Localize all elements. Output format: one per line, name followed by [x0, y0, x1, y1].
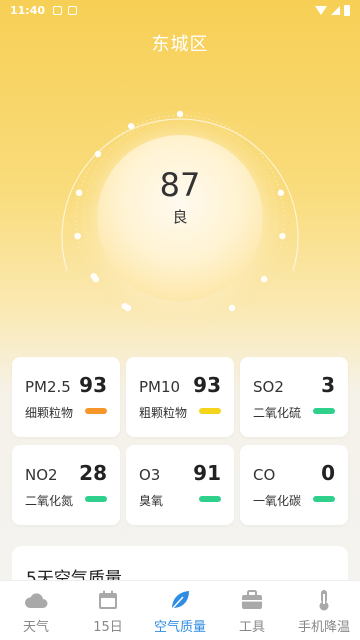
pollutant-card-pm10[interactable]: PM10 93 粗颗粒物 — [126, 357, 234, 437]
pollutant-code: O3 — [139, 466, 161, 484]
pollutant-level-bar — [85, 496, 107, 502]
pollutant-value: 28 — [79, 461, 107, 485]
aqi-gauge: 87 良 — [40, 78, 320, 358]
nav-item-phone-cooling[interactable]: 手机降温 — [288, 581, 360, 640]
pollutant-value: 3 — [321, 373, 335, 397]
pollutant-card-o3[interactable]: O3 91 臭氧 — [126, 445, 234, 525]
pollutant-card-no2[interactable]: NO2 28 二氧化氮 — [12, 445, 120, 525]
pollutant-name: 细颗粒物 — [25, 406, 74, 420]
nav-label: 工具 — [238, 620, 265, 635]
pollutant-value: 93 — [79, 373, 107, 397]
nav-item-air-quality[interactable]: 空气质量 — [144, 581, 216, 640]
thermometer-icon — [311, 589, 337, 611]
pollutant-level-bar — [313, 408, 335, 414]
pollutant-value: 0 — [321, 461, 335, 485]
pollutant-code: NO2 — [25, 466, 58, 484]
pollutant-level-bar — [199, 496, 221, 502]
nav-item-tools[interactable]: 工具 — [216, 581, 288, 640]
pollutant-level-bar — [199, 408, 221, 414]
gauge-dot — [176, 110, 184, 118]
pollutant-name: 一氧化碳 — [253, 494, 302, 508]
pollutant-level-bar — [85, 408, 107, 414]
pollutant-value: 93 — [193, 373, 221, 397]
nav-label: 空气质量 — [153, 620, 206, 635]
notification-icon — [53, 5, 63, 15]
gauge-dot — [94, 150, 102, 158]
status-time: 11:40 — [10, 3, 46, 17]
pollutant-code: CO — [253, 466, 276, 484]
wifi-icon — [315, 5, 327, 15]
nav-item-15day[interactable]: 15日 — [72, 581, 144, 640]
nav-label: 天气 — [22, 620, 49, 635]
nav-label: 手机降温 — [297, 620, 350, 635]
battery-icon — [344, 4, 350, 16]
gauge-dot — [124, 304, 132, 312]
pollutant-card-pm25[interactable]: PM2.5 93 细颗粒物 — [12, 357, 120, 437]
pollutant-card-so2[interactable]: SO2 3 二氧化硫 — [240, 357, 348, 437]
pollutant-code: SO2 — [253, 378, 284, 396]
pollutant-code: PM10 — [139, 378, 181, 396]
pollutant-code: PM2.5 — [25, 378, 71, 396]
pollutant-value: 91 — [193, 461, 221, 485]
pollutant-name: 二氧化氮 — [25, 494, 74, 508]
cloud-icon — [23, 589, 49, 611]
pollutant-level-bar — [313, 496, 335, 502]
gauge-dot — [127, 122, 135, 130]
calendar-icon — [95, 589, 121, 611]
pollutant-card-co[interactable]: CO 0 一氧化碳 — [240, 445, 348, 525]
nav-label: 15日 — [93, 620, 123, 635]
nav-item-weather[interactable]: 天气 — [0, 581, 72, 640]
gauge-dot — [74, 232, 81, 240]
notification-icon — [68, 5, 78, 15]
aqi-level: 良 — [172, 208, 188, 226]
city-title[interactable]: 东城区 — [0, 30, 360, 56]
gauge-dot — [279, 232, 286, 240]
gauge-dot — [260, 275, 268, 283]
pollutant-grid: PM2.5 93 细颗粒物 PM10 93 粗颗粒物 SO2 3 二氧化硫 NO… — [12, 357, 348, 525]
gauge-dot — [228, 304, 236, 312]
pollutant-name: 二氧化硫 — [253, 406, 302, 420]
status-bar: 11:40 — [0, 0, 360, 20]
toolbox-icon — [239, 589, 265, 611]
signal-icon — [331, 5, 340, 15]
gauge-dot — [92, 275, 100, 283]
aqi-value: 87 — [159, 166, 201, 204]
leaf-icon — [167, 589, 193, 611]
pollutant-name: 臭氧 — [139, 494, 164, 508]
pollutant-name: 粗颗粒物 — [139, 406, 188, 420]
bottom-nav: 天气 15日 空气质量 工具 手机降温 — [0, 580, 360, 640]
